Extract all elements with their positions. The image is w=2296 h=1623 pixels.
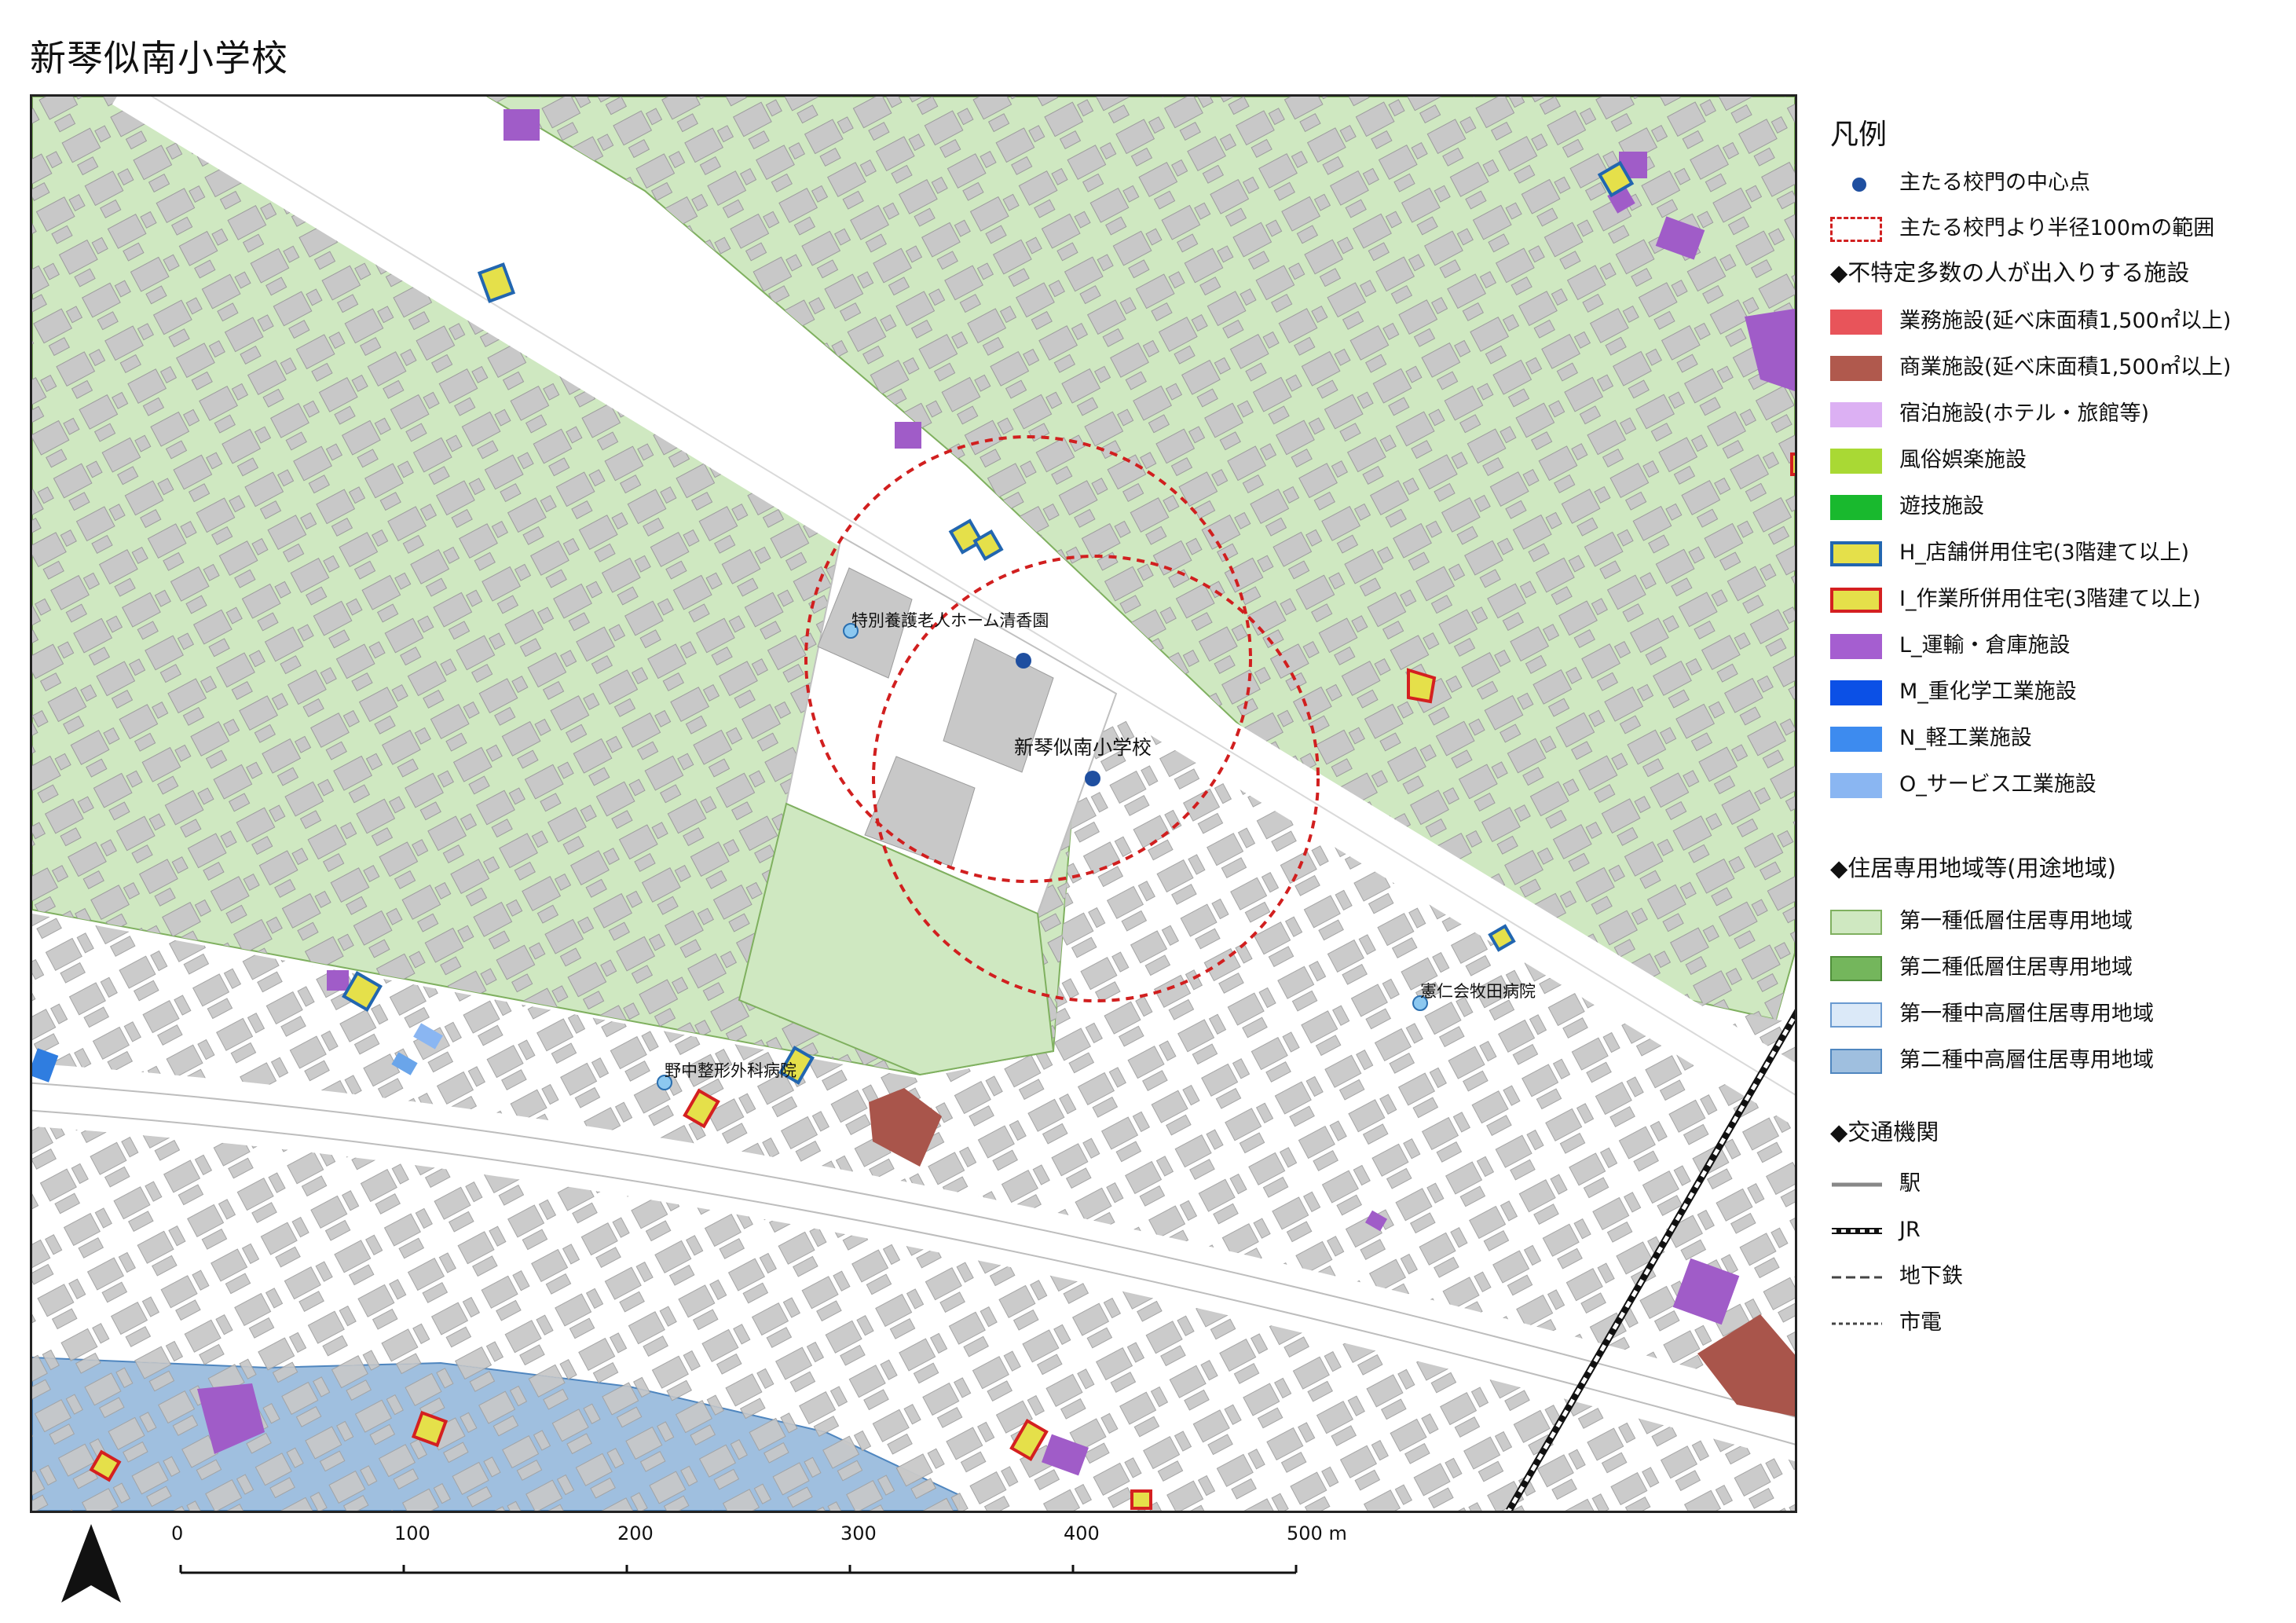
legend-item-radius: 主たる校門より半径100mの範囲 bbox=[1830, 211, 2286, 247]
legend-transport-item: 市電 bbox=[1830, 1305, 2286, 1341]
legend-facility-swatch bbox=[1830, 588, 1882, 613]
legend-transport-line-icon bbox=[1832, 1276, 1882, 1279]
legend-facility-swatch bbox=[1830, 449, 1882, 474]
legend-facility-label: O_サービス工業施設 bbox=[1899, 772, 2096, 797]
map-canvas[interactable]: 特別養護老人ホーム清香園 新琴似南小学校 憲仁会牧田病院 野中整形外科病院 bbox=[30, 94, 1797, 1513]
gate-point-north bbox=[1016, 653, 1031, 669]
legend-facility-item: M_重化学工業施設 bbox=[1830, 674, 2286, 710]
scale-tick-label: 400 bbox=[1064, 1522, 1100, 1544]
legend-item-gate-point: 主たる校門の中心点 bbox=[1830, 165, 2286, 201]
legend-zone-item: 第二種低層住居専用地域 bbox=[1830, 950, 2286, 986]
legend-transport-line-icon bbox=[1832, 1228, 1882, 1234]
legend-facility-item: H_店舗併用住宅(3階建て以上) bbox=[1830, 535, 2286, 571]
legend-transport-item: 駅 bbox=[1830, 1166, 2286, 1202]
legend-zone-swatch bbox=[1830, 910, 1882, 935]
scale-tick-label: 500 m bbox=[1287, 1522, 1347, 1544]
legend-facility-swatch bbox=[1830, 541, 1882, 566]
legend-facility-label: I_作業所併用住宅(3階建て以上) bbox=[1899, 587, 2201, 611]
legend-facility-label: H_店舗併用住宅(3階建て以上) bbox=[1899, 540, 2190, 565]
legend-facility-swatch bbox=[1830, 634, 1882, 659]
legend-zone-swatch bbox=[1830, 956, 1882, 981]
legend-facility-item: I_作業所併用住宅(3階建て以上) bbox=[1830, 581, 2286, 617]
legend-transport-label: 地下鉄 bbox=[1899, 1264, 1963, 1288]
legend-facility-label: 業務施設(延べ床面積1,500㎡以上) bbox=[1899, 309, 2232, 333]
legend-facility-label: N_軽工業施設 bbox=[1899, 726, 2032, 750]
legend-facility-label: M_重化学工業施設 bbox=[1899, 680, 2077, 704]
legend-facility-swatch bbox=[1830, 727, 1882, 752]
legend-title: 凡例 bbox=[1830, 119, 1888, 151]
legend-transport-line-icon bbox=[1832, 1182, 1882, 1187]
legend-gate-point-label: 主たる校門の中心点 bbox=[1899, 170, 2090, 195]
legend-section-transport: ◆交通機関 bbox=[1830, 1119, 1939, 1145]
label-nursing-home: 特別養護老人ホーム清香園 bbox=[851, 611, 1049, 630]
legend-zone-swatch bbox=[1830, 1002, 1882, 1028]
legend-radius-label: 主たる校門より半径100mの範囲 bbox=[1899, 216, 2215, 240]
legend-zone-label: 第一種中高層住居専用地域 bbox=[1899, 1002, 2154, 1026]
gate-point-icon bbox=[1852, 178, 1866, 192]
legend-zone-item: 第一種中高層住居専用地域 bbox=[1830, 996, 2286, 1032]
legend-facility-item: N_軽工業施設 bbox=[1830, 720, 2286, 757]
legend-facility-item: 宿泊施設(ホテル・旅館等) bbox=[1830, 396, 2286, 432]
legend-facility-swatch bbox=[1830, 402, 1882, 427]
legend-facility-swatch bbox=[1830, 356, 1882, 381]
legend-facility-label: 商業施設(延べ床面積1,500㎡以上) bbox=[1899, 355, 2232, 379]
legend-facility-label: 風俗娯楽施設 bbox=[1899, 448, 2027, 472]
legend-transport-label: 駅 bbox=[1899, 1171, 1921, 1196]
scale-tick-label: 300 bbox=[840, 1522, 877, 1544]
scale-tick-label: 200 bbox=[617, 1522, 654, 1544]
legend-facility-label: 遊技施設 bbox=[1899, 494, 1984, 518]
label-hospital-makita: 憲仁会牧田病院 bbox=[1420, 982, 1536, 1001]
north-arrow-icon bbox=[61, 1524, 121, 1603]
legend-section-zones: ◆住居専用地域等(用途地域) bbox=[1830, 855, 2116, 881]
legend-facility-swatch bbox=[1830, 680, 1882, 705]
scale-tick-label: 0 bbox=[171, 1522, 184, 1544]
gate-point-south bbox=[1085, 771, 1100, 786]
legend-facility-item: O_サービス工業施設 bbox=[1830, 767, 2286, 803]
legend-facility-item: L_運輸・倉庫施設 bbox=[1830, 628, 2286, 664]
legend-zone-label: 第一種低層住居専用地域 bbox=[1899, 909, 2133, 933]
legend-facility-swatch bbox=[1830, 773, 1882, 798]
scale-bar-line bbox=[179, 1565, 1298, 1574]
legend-transport-line-icon bbox=[1832, 1322, 1882, 1325]
legend-facility-swatch bbox=[1830, 310, 1882, 335]
legend-facility-label: L_運輸・倉庫施設 bbox=[1899, 633, 2071, 658]
label-school: 新琴似南小学校 bbox=[1014, 736, 1152, 759]
map-svg: 特別養護老人ホーム清香園 新琴似南小学校 憲仁会牧田病院 野中整形外科病院 bbox=[32, 97, 1795, 1511]
legend-facility-item: 遊技施設 bbox=[1830, 489, 2286, 525]
legend-zone-label: 第二種低層住居専用地域 bbox=[1899, 955, 2133, 980]
legend-facility-label: 宿泊施設(ホテル・旅館等) bbox=[1899, 401, 2150, 426]
legend-section-facilities: ◆不特定多数の人が出入りする施設 bbox=[1830, 259, 2190, 286]
legend-facility-item: 商業施設(延べ床面積1,500㎡以上) bbox=[1830, 350, 2286, 386]
legend-facility-item: 業務施設(延べ床面積1,500㎡以上) bbox=[1830, 303, 2286, 339]
legend-zone-item: 第二種中高層住居専用地域 bbox=[1830, 1042, 2286, 1079]
page-title: 新琴似南小学校 bbox=[30, 37, 288, 79]
legend-zone-label: 第二種中高層住居専用地域 bbox=[1899, 1048, 2154, 1072]
legend-facility-item: 風俗娯楽施設 bbox=[1830, 442, 2286, 478]
legend-zone-item: 第一種低層住居専用地域 bbox=[1830, 903, 2286, 940]
legend-zone-swatch bbox=[1830, 1049, 1882, 1074]
scale-tick-label: 100 bbox=[394, 1522, 430, 1544]
legend-transport-label: 市電 bbox=[1899, 1310, 1942, 1335]
radius-swatch bbox=[1830, 217, 1882, 242]
legend-facility-swatch bbox=[1830, 495, 1882, 520]
legend-transport-label: JR bbox=[1899, 1218, 1921, 1242]
legend-transport-item: 地下鉄 bbox=[1830, 1258, 2286, 1295]
scale-bar: 0 100 200 300 400 500 m bbox=[157, 1522, 1382, 1593]
legend-transport-item: JR bbox=[1830, 1212, 2286, 1248]
label-hospital-nonaka: 野中整形外科病院 bbox=[665, 1061, 796, 1080]
